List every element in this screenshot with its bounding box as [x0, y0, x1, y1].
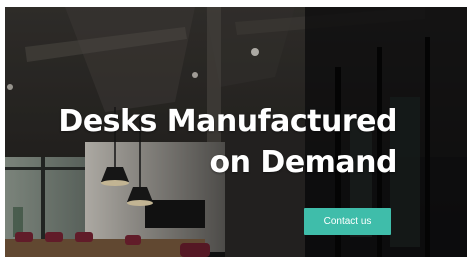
contact-us-button[interactable]: Contact us	[304, 208, 391, 235]
hero-title-line-1: Desks Manufactured	[58, 104, 397, 139]
hero-title: Desks Manufactured on Demand	[58, 101, 397, 183]
hero-title-line-2: on Demand	[209, 145, 398, 180]
hero-section: Desks Manufactured on Demand	[5, 7, 467, 257]
